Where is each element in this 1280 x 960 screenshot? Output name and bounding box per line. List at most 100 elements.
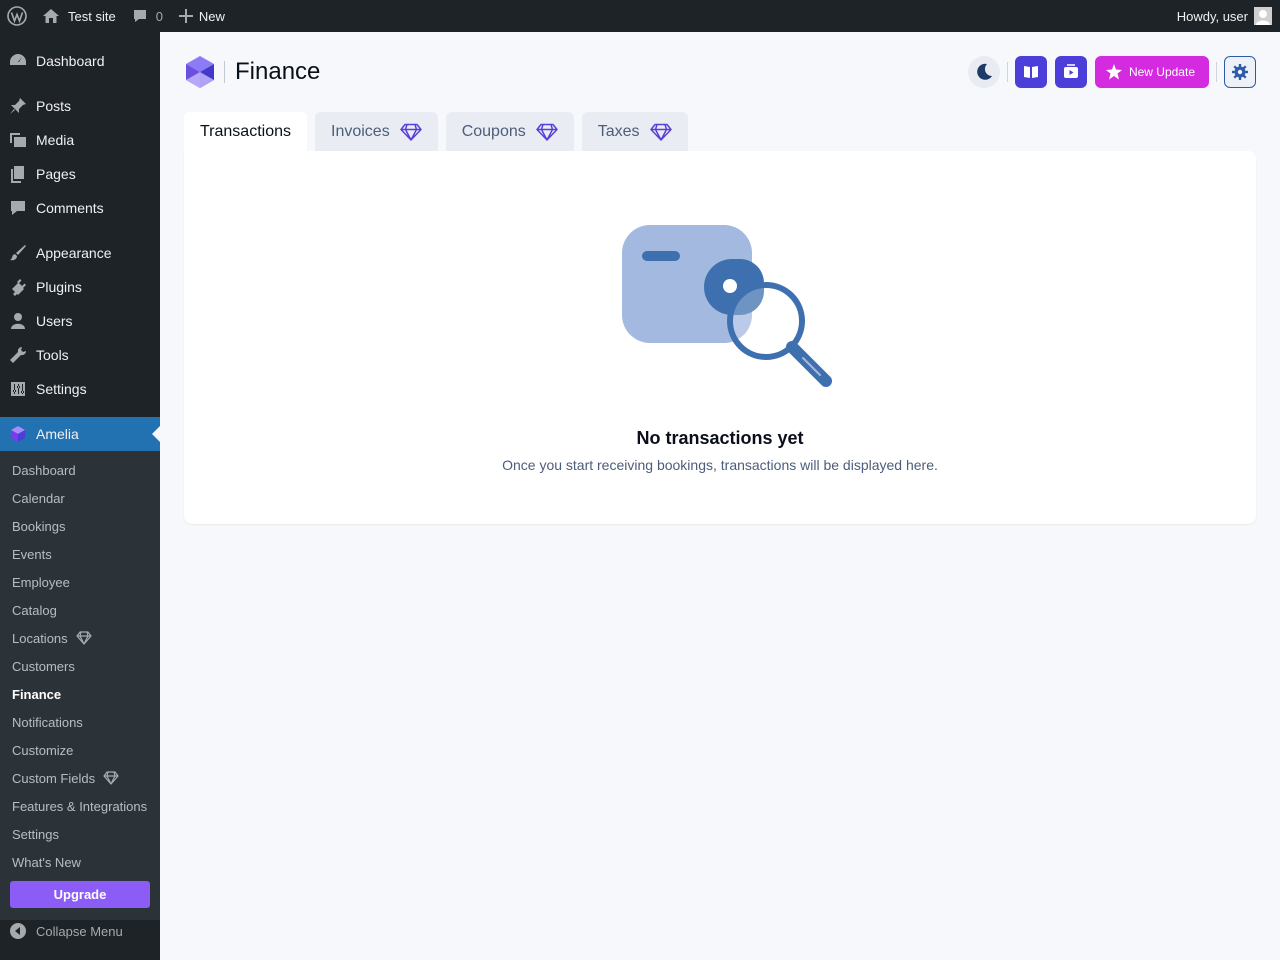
tab-transactions[interactable]: Transactions <box>184 112 307 152</box>
menu-item-amelia[interactable]: Amelia <box>0 417 160 451</box>
menu-item-plugins[interactable]: Plugins <box>0 270 160 304</box>
book-icon <box>1023 66 1038 78</box>
current-menu-arrow <box>152 426 160 442</box>
submenu-label: Finance <box>12 686 62 702</box>
home-icon <box>43 9 59 23</box>
video-tutorials-button[interactable] <box>1054 56 1087 88</box>
tab-invoices[interactable]: Invoices <box>315 112 438 151</box>
actions-divider <box>1006 62 1008 82</box>
menu-label: Comments <box>36 200 104 216</box>
empty-state-subtitle: Once you start receiving bookings, trans… <box>502 457 938 473</box>
submenu-item-notifications[interactable]: Notifications <box>12 708 83 736</box>
menu-item-dashboard[interactable]: Dashboard <box>0 44 160 78</box>
tab-coupons[interactable]: Coupons <box>445 112 574 151</box>
pages-icon <box>11 166 24 183</box>
submenu-item-calendar[interactable]: Calendar <box>12 484 65 512</box>
settings-gear-button[interactable] <box>1224 56 1256 88</box>
submenu-label: Settings <box>12 826 59 842</box>
comments-link[interactable]: 0 <box>124 0 171 32</box>
menu-item-comments[interactable]: Comments <box>0 191 160 225</box>
submenu-label: Catalog <box>12 602 57 618</box>
menu-item-posts[interactable]: Posts <box>0 89 160 123</box>
menu-item-settings[interactable]: Settings <box>0 372 160 406</box>
submenu-item-whats-new[interactable]: What's New <box>12 848 81 876</box>
comment-icon <box>133 10 146 22</box>
greeting: Howdy, user <box>1176 8 1248 24</box>
avatar-person-icon <box>1256 10 1270 25</box>
amelia-submenu: Dashboard Calendar Bookings Events Emplo… <box>0 451 160 920</box>
submenu-item-employee[interactable]: Employee <box>12 568 70 596</box>
collapse-label: Collapse Menu <box>36 923 123 939</box>
menu-item-appearance[interactable]: Appearance <box>0 236 160 270</box>
new-update-label: New Update <box>1128 65 1195 79</box>
dashboard-icon <box>10 54 26 65</box>
header-actions: New Update <box>967 56 1256 88</box>
wordpress-icon <box>7 6 27 26</box>
menu-item-media[interactable]: Media <box>0 123 160 157</box>
premium-diamond-icon <box>399 123 422 141</box>
tab-label: Coupons <box>461 122 526 140</box>
wordpress-logo-button[interactable] <box>0 0 34 32</box>
menu-label: Plugins <box>36 279 82 295</box>
new-update-button[interactable]: New Update <box>1094 56 1209 88</box>
menu-item-pages[interactable]: Pages <box>0 157 160 191</box>
submenu-label: Dashboard <box>12 462 76 478</box>
transactions-panel: No transactions yet Once you start recei… <box>184 151 1256 524</box>
sliders-icon <box>11 382 25 396</box>
page-title: Finance <box>235 58 321 85</box>
plus-icon <box>178 9 193 23</box>
collapse-menu-button[interactable]: Collapse Menu <box>0 918 123 944</box>
submenu-item-custom-fields[interactable]: Custom Fields <box>12 764 119 792</box>
empty-state-title: No transactions yet <box>636 428 804 448</box>
user-icon <box>11 313 25 329</box>
admin-sidebar: Dashboard Posts Media Pages Comments App… <box>0 32 160 960</box>
amelia-icon <box>11 426 25 442</box>
menu-label: Appearance <box>36 245 112 261</box>
comment-icon <box>11 201 25 215</box>
menu-item-users[interactable]: Users <box>0 304 160 338</box>
actions-divider <box>1216 62 1217 82</box>
gear-icon <box>1232 64 1248 80</box>
tab-label: Taxes <box>597 122 640 140</box>
submenu-item-customers[interactable]: Customers <box>12 652 75 680</box>
documentation-button[interactable] <box>1014 56 1047 88</box>
media-icon <box>10 133 26 147</box>
new-content-link[interactable]: New <box>171 0 233 32</box>
wrench-icon <box>10 346 27 363</box>
submenu-label: Employee <box>12 574 70 590</box>
submenu-item-dashboard[interactable]: Dashboard <box>12 456 76 484</box>
submenu-item-locations[interactable]: Locations <box>12 624 92 652</box>
dark-mode-toggle[interactable] <box>967 56 1000 88</box>
premium-diamond-icon <box>649 123 672 141</box>
submenu-item-events[interactable]: Events <box>12 540 52 568</box>
empty-wallet-search-icon <box>622 225 832 387</box>
plug-icon <box>12 279 26 296</box>
site-name-link[interactable]: Test site <box>34 0 124 32</box>
submenu-item-finance[interactable]: Finance <box>12 680 61 708</box>
menu-label: Media <box>36 132 75 148</box>
submenu-label: Events <box>12 546 52 562</box>
tab-label: Invoices <box>331 122 390 140</box>
submenu-label: Custom Fields <box>12 770 96 786</box>
submenu-label: What's New <box>12 854 81 870</box>
submenu-item-customize[interactable]: Customize <box>12 736 73 764</box>
menu-label: Amelia <box>36 426 79 442</box>
submenu-label: Customers <box>12 658 75 674</box>
menu-label: Pages <box>36 166 76 182</box>
upgrade-button[interactable]: Upgrade <box>10 881 150 908</box>
tab-taxes[interactable]: Taxes <box>581 112 688 151</box>
menu-label: Dashboard <box>36 53 105 69</box>
submenu-item-catalog[interactable]: Catalog <box>12 596 57 624</box>
menu-item-tools[interactable]: Tools <box>0 338 160 372</box>
brush-icon <box>10 245 26 261</box>
video-play-icon <box>1063 64 1078 78</box>
account-menu[interactable]: Howdy, user <box>1169 0 1280 32</box>
submenu-label: Customize <box>12 742 74 758</box>
new-label: New <box>198 8 225 24</box>
submenu-item-bookings[interactable]: Bookings <box>12 512 65 540</box>
submenu-item-settings[interactable]: Settings <box>12 820 59 848</box>
submenu-label: Bookings <box>12 518 66 534</box>
submenu-item-features-integrations[interactable]: Features & Integrations <box>12 792 147 820</box>
admin-bar: Test site 0 New Howdy, user <box>0 0 1280 32</box>
moon-icon <box>977 63 992 80</box>
